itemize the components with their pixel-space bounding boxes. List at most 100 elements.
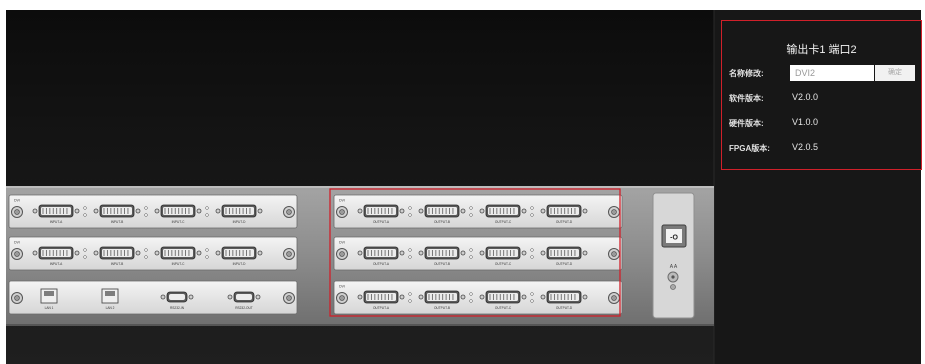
led-indicator xyxy=(408,292,412,296)
connector-bolt xyxy=(582,250,588,256)
connector-bolt xyxy=(399,294,405,300)
connector-bolt xyxy=(540,294,546,300)
input-card-1[interactable]: DVI INPUT-A INPUT-B INPUT-C INPUT-D xyxy=(8,194,298,229)
chassis-top-edge xyxy=(6,186,714,188)
fpga-version-label: FPGA版本: xyxy=(729,144,770,153)
connector-bolt xyxy=(418,208,424,214)
port-label: OUTPUT-B xyxy=(434,220,450,224)
connector-bolt xyxy=(215,208,221,214)
connector-bolt xyxy=(160,294,166,300)
rename-input[interactable] xyxy=(790,65,874,81)
connector-bolt xyxy=(540,208,546,214)
connector-bolt xyxy=(540,250,546,256)
connector-bolt xyxy=(74,250,80,256)
port-label: INPUT-A xyxy=(50,262,63,266)
fpga-version-value: V2.0.5 xyxy=(792,142,819,152)
port-label: OUTPUT-B xyxy=(434,306,450,310)
software-version-label: 软件版本: xyxy=(729,94,764,103)
port-label: RS232-IN xyxy=(170,306,185,310)
port-label: INPUT-B xyxy=(111,220,124,224)
connector-bolt xyxy=(196,208,202,214)
led-indicator xyxy=(83,206,87,210)
port-label: OUTPUT-A xyxy=(373,262,390,266)
port-label: OUTPUT-A xyxy=(373,220,390,224)
connector-bolt xyxy=(479,294,485,300)
card-screw-center xyxy=(611,295,617,301)
card-name: DVI xyxy=(339,199,345,203)
connector-bolt xyxy=(357,208,363,214)
connector-bolt xyxy=(215,250,221,256)
rename-label: 名称修改: xyxy=(729,69,764,78)
connector-bolt xyxy=(257,208,263,214)
power-module[interactable]: -O A A xyxy=(652,192,695,319)
control-card[interactable]: LAN 1 LAN 2 RS232-IN RS232-OUT xyxy=(8,280,298,315)
panel-title: 输出卡1 端口2 xyxy=(786,44,857,56)
connector-bolt xyxy=(521,208,527,214)
port-label: INPUT-C xyxy=(172,220,185,224)
port-label: LAN 1 xyxy=(45,306,54,310)
led-indicator xyxy=(530,206,534,210)
led-indicator xyxy=(144,255,148,259)
serial-connector-face xyxy=(169,294,185,300)
power-module-text: A A xyxy=(670,264,678,270)
card-screw-center xyxy=(286,209,292,215)
power-screw xyxy=(670,284,676,290)
card-screw-center xyxy=(14,251,20,257)
port-label: INPUT-D xyxy=(233,220,246,224)
connector-bolt xyxy=(582,208,588,214)
connector-bolt xyxy=(418,250,424,256)
connector-bolt xyxy=(227,294,233,300)
port-label: OUTPUT-D xyxy=(556,306,573,310)
led-indicator xyxy=(205,213,209,217)
led-indicator xyxy=(83,213,87,217)
card-screw-center xyxy=(339,295,345,301)
port-label: OUTPUT-C xyxy=(495,262,512,266)
port-label: INPUT-B xyxy=(111,262,124,266)
led-indicator xyxy=(530,292,534,296)
led-indicator xyxy=(408,299,412,303)
chassis-bottom-edge xyxy=(6,324,714,326)
led-indicator xyxy=(144,206,148,210)
led-indicator xyxy=(205,248,209,252)
power-switch-label: -O xyxy=(670,235,678,242)
connector-bolt xyxy=(399,208,405,214)
port-label: OUTPUT-C xyxy=(495,306,512,310)
port-label: OUTPUT-C xyxy=(495,220,512,224)
connector-bolt xyxy=(154,250,160,256)
port-label: LAN 2 xyxy=(106,306,115,310)
connector-bolt xyxy=(93,250,99,256)
power-socket-pin xyxy=(671,275,675,279)
connector-bolt xyxy=(74,208,80,214)
card-screw-center xyxy=(339,251,345,257)
output-card-1[interactable]: DVI OUTPUT-A OUTPUT-B OUTPUT-C OUTPUT-D xyxy=(333,194,623,229)
connector-bolt xyxy=(196,250,202,256)
card-name: DVI xyxy=(339,285,345,289)
card-screw-center xyxy=(14,295,20,301)
led-indicator xyxy=(530,255,534,259)
led-indicator xyxy=(530,213,534,217)
connector-bolt xyxy=(154,208,160,214)
led-indicator xyxy=(83,255,87,259)
connector-bolt xyxy=(460,250,466,256)
port-label: OUTPUT-D xyxy=(556,262,573,266)
lan-port-contacts xyxy=(105,291,115,296)
card-screw-center xyxy=(286,295,292,301)
led-indicator xyxy=(469,213,473,217)
card-screw-center xyxy=(286,251,292,257)
led-indicator xyxy=(408,213,412,217)
serial-connector-face xyxy=(236,294,252,300)
card-name: DVI xyxy=(14,241,20,245)
card-screw-center xyxy=(611,209,617,215)
output-card-2[interactable]: DVI OUTPUT-A OUTPUT-B OUTPUT-C OUTPUT-D xyxy=(333,236,623,271)
led-indicator xyxy=(530,299,534,303)
port-label: OUTPUT-D xyxy=(556,220,573,224)
connector-bolt xyxy=(255,294,261,300)
input-card-2[interactable]: DVI INPUT-A INPUT-B INPUT-C INPUT-D xyxy=(8,236,298,271)
led-indicator xyxy=(83,248,87,252)
connector-bolt xyxy=(460,208,466,214)
output-card-3[interactable]: DVI OUTPUT-A OUTPUT-B OUTPUT-C OUTPUT-D xyxy=(333,280,623,315)
connector-bolt xyxy=(479,208,485,214)
card-screw-center xyxy=(611,251,617,257)
port-label: OUTPUT-B xyxy=(434,262,450,266)
confirm-button[interactable]: 确定 xyxy=(875,65,915,81)
